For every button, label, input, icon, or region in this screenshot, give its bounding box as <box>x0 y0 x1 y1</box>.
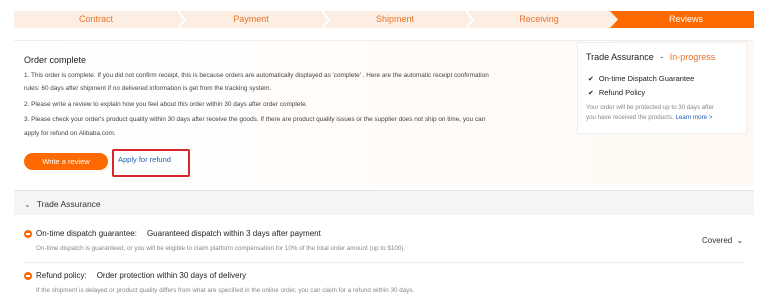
chevron-down-icon: ⌄ <box>736 236 744 245</box>
order-info-line: rules: 60 days after shipment if no deli… <box>24 85 272 92</box>
step-contract: Contract <box>78 14 113 24</box>
row-divider <box>24 262 744 263</box>
write-review-button[interactable]: Write a review <box>24 153 108 170</box>
protection-note-line2: you have received the products. Learn mo… <box>586 113 712 123</box>
dispatch-guarantee-value: Guaranteed dispatch within 3 days after … <box>146 229 321 238</box>
order-info-line: 3. Please check your order's product qua… <box>24 116 486 123</box>
guarantee-item-label: Refund Policy <box>598 88 646 97</box>
check-icon: ✔ <box>588 76 594 83</box>
refund-policy-label: Refund policy: <box>36 271 87 280</box>
covered-label: Covered <box>702 236 733 245</box>
trade-assurance-status: In-progress <box>669 52 716 62</box>
apply-refund-button[interactable]: Apply for refund <box>118 155 171 164</box>
title-separator: - <box>660 52 664 62</box>
learn-more-link[interactable]: Learn more > <box>675 114 712 121</box>
order-info-line: apply for refund on Alibaba.com. <box>24 130 116 137</box>
dispatch-guarantee-label: On-time dispatch guarantee: <box>36 229 137 238</box>
order-info-line: 2. Please write a review to explain how … <box>24 101 308 108</box>
trade-assurance-section-header[interactable] <box>14 191 754 215</box>
minus-circle-icon <box>24 272 32 280</box>
refund-policy-value: Order protection within 30 days of deliv… <box>96 271 247 280</box>
minus-circle-icon <box>24 230 32 238</box>
trade-assurance-card-title: Trade Assurance - In-progress <box>586 52 715 62</box>
chevron-down-icon[interactable]: ⌄ <box>24 200 31 209</box>
dispatch-guarantee-description: On-time dispatch is guaranteed, or you w… <box>36 245 406 252</box>
refund-policy-title: Refund policy: Order protection within 30… <box>36 271 246 280</box>
step-payment: Payment <box>233 14 269 24</box>
trade-assurance-card-label: Trade Assurance <box>586 52 654 62</box>
refund-policy-description: If the shipment is delayed or product qu… <box>36 287 415 294</box>
protection-note: Your order will be protected up to 30 da… <box>586 104 715 111</box>
step-reviews: Reviews <box>668 14 703 24</box>
covered-dropdown[interactable]: Covered ⌄ <box>702 236 743 245</box>
guarantee-item: ✔ Refund Policy <box>588 88 645 97</box>
trade-assurance-section-title[interactable]: ⌄ Trade Assurance <box>24 199 101 209</box>
check-icon: ✔ <box>588 90 594 97</box>
dispatch-guarantee-title: On-time dispatch guarantee: Guaranteed di… <box>36 229 321 238</box>
order-progress-steps: Contract Payment Shipment Receiving Revi… <box>0 0 768 38</box>
order-status-title: Order complete <box>24 55 87 65</box>
order-info-line: 1. This order is complete. If you did no… <box>24 72 489 79</box>
guarantee-item: ✔ On-time Dispatch Guarantee <box>588 74 694 83</box>
section-title-text: Trade Assurance <box>36 199 101 209</box>
guarantee-item-label: On-time Dispatch Guarantee <box>598 74 695 83</box>
step-shipment: Shipment <box>375 14 415 24</box>
step-receiving: Receiving <box>519 14 559 24</box>
protection-note-text: you have received the products. <box>586 114 674 121</box>
